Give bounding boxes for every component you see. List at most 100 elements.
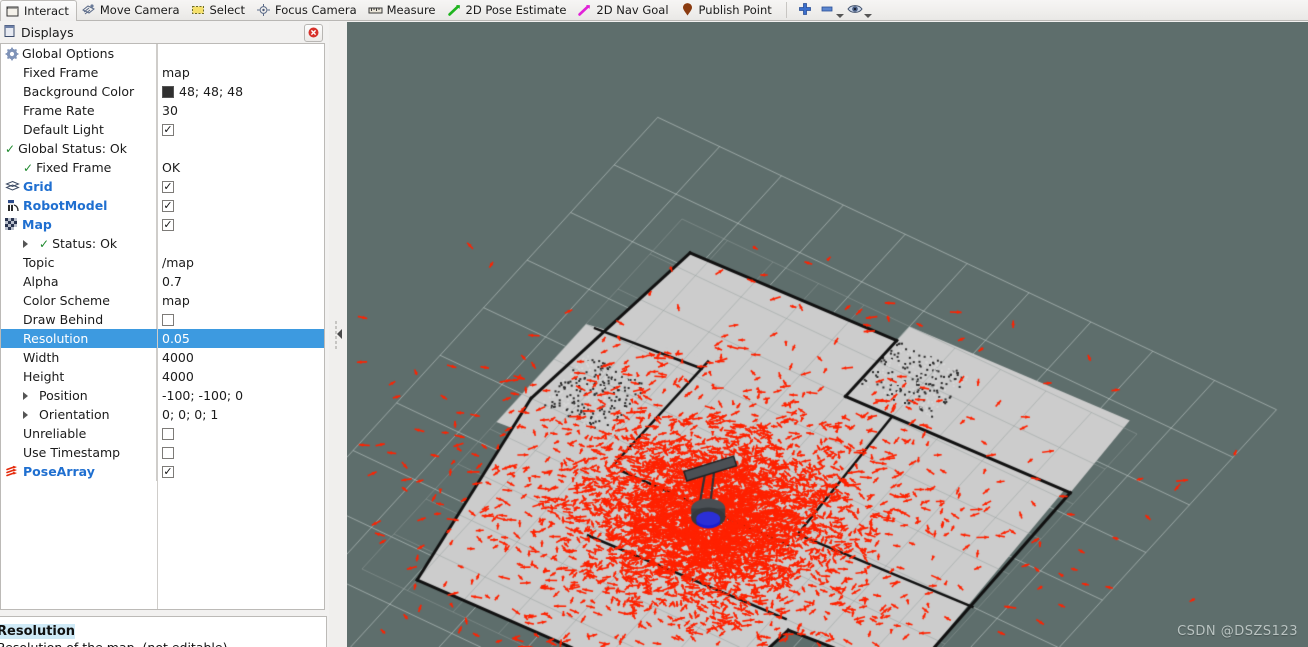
gear-icon xyxy=(5,47,19,61)
checkbox-checked[interactable]: ✓ xyxy=(162,123,174,136)
tree-row-value-cell[interactable] xyxy=(156,443,324,462)
tree-row-value-cell[interactable]: 4000 xyxy=(156,367,324,386)
chevron-right-icon[interactable] xyxy=(23,410,33,419)
tool-publish-point[interactable]: Publish Point xyxy=(676,0,779,20)
tree-row-global-status-ok[interactable]: ✓ Global Status: Ok xyxy=(1,139,324,158)
remove-tool-chevron-down-icon[interactable] xyxy=(835,14,844,18)
tree-row-value-cell[interactable] xyxy=(156,424,324,443)
tree-row-width[interactable]: Width 4000 xyxy=(1,348,324,367)
tree-row-value-cell[interactable]: ✓ xyxy=(156,462,324,481)
tree-row-value-cell[interactable]: 48; 48; 48 xyxy=(156,82,324,101)
page-title: Displays xyxy=(21,25,74,40)
tree-row-unreliable[interactable]: Unreliable xyxy=(1,424,324,443)
tree-row-label: Global Status: Ok xyxy=(18,141,128,156)
status-ok-icon: ✓ xyxy=(39,236,50,251)
tree-row-grid[interactable]: Grid ✓ xyxy=(1,177,324,196)
checkbox-checked[interactable]: ✓ xyxy=(162,199,174,212)
tree-row-draw-behind[interactable]: Draw Behind xyxy=(1,310,324,329)
checkbox-checked[interactable]: ✓ xyxy=(162,218,174,231)
tree-row-label: PoseArray xyxy=(23,464,95,479)
tree-row-map[interactable]: Map ✓ xyxy=(1,215,324,234)
tree-row-height[interactable]: Height 4000 xyxy=(1,367,324,386)
tree-row-background-color[interactable]: Background Color 48; 48; 48 xyxy=(1,82,324,101)
tree-row-frame-rate[interactable]: Frame Rate 30 xyxy=(1,101,324,120)
tool-measure[interactable]: Measure xyxy=(364,0,443,20)
tree-row-global-options[interactable]: Global Options xyxy=(1,44,324,63)
tree-row-value-cell[interactable]: ✓ xyxy=(156,215,324,234)
measure-icon xyxy=(368,3,383,17)
tree-row-value-cell[interactable]: 4000 xyxy=(156,348,324,367)
tree-row-status-ok[interactable]: ✓ Status: Ok xyxy=(1,234,324,253)
checkbox-unchecked[interactable] xyxy=(162,313,174,326)
tree-row-label: Status: Ok xyxy=(52,236,118,251)
tree-row-value-cell[interactable]: OK xyxy=(156,158,324,177)
tree-row-fixed-frame[interactable]: ✓ Fixed Frame OK xyxy=(1,158,324,177)
tree-row-value-cell[interactable]: 0; 0; 0; 1 xyxy=(156,405,324,424)
tree-row-value-cell[interactable]: /map xyxy=(156,253,324,272)
tree-row-value-cell[interactable]: 0.7 xyxy=(156,272,324,291)
close-icon xyxy=(308,26,319,41)
tool-select-label: Select xyxy=(209,3,245,17)
nav-goal-icon xyxy=(577,3,592,17)
tree-row-default-light[interactable]: Default Light ✓ xyxy=(1,120,324,139)
tree-row-alpha[interactable]: Alpha 0.7 xyxy=(1,272,324,291)
tree-row-value-cell[interactable]: 30 xyxy=(156,101,324,120)
tree-row-topic[interactable]: Topic/map xyxy=(1,253,324,272)
tree-row-value-cell[interactable]: ✓ xyxy=(156,177,324,196)
property-help-panel: Resolution Resolution of the map. (not e… xyxy=(0,616,327,647)
displays-tree[interactable]: Global Options Fixed Frame map Background C… xyxy=(0,43,325,610)
interact-icon xyxy=(5,4,20,18)
remove-tool-icon xyxy=(820,1,834,20)
tool-2d-nav-goal[interactable]: 2D Nav Goal xyxy=(573,0,675,20)
tree-row-value-cell[interactable]: -100; -100; 0 xyxy=(156,386,324,405)
rviz-window: Interact Move Camera Select Focus Camera… xyxy=(0,0,1308,647)
pose-estimate-icon xyxy=(447,3,462,17)
tool-interact[interactable]: Interact xyxy=(0,0,77,21)
scene-canvas[interactable] xyxy=(347,22,1308,647)
view-tool-button[interactable] xyxy=(844,0,866,20)
tree-row-value-cell[interactable]: ✓ xyxy=(156,120,324,139)
panel-collapse-splitter[interactable] xyxy=(329,22,347,647)
tree-row-label-cell: Draw Behind xyxy=(1,312,156,327)
tree-row-value-cell[interactable]: 0.05 xyxy=(156,329,324,348)
tree-row-label-cell: Global Options xyxy=(1,46,156,61)
tree-row-value: /map xyxy=(162,255,194,270)
tool-focus-camera[interactable]: Focus Camera xyxy=(252,0,364,20)
tree-rows: Global Options Fixed Frame map Background C… xyxy=(1,44,324,481)
add-tool-button[interactable] xyxy=(794,0,816,20)
tree-row-fixed-frame[interactable]: Fixed Frame map xyxy=(1,63,324,82)
tree-row-resolution[interactable]: Resolution 0.05 xyxy=(1,329,324,348)
color-swatch[interactable] xyxy=(162,85,174,98)
remove-tool-button[interactable] xyxy=(816,0,838,20)
tree-row-value-cell[interactable]: map xyxy=(156,291,324,310)
checkbox-unchecked[interactable] xyxy=(162,446,174,459)
tree-row-value: map xyxy=(162,65,190,80)
tree-row-label-cell: ✓ Status: Ok xyxy=(1,236,156,251)
tree-row-value: 0; 0; 0; 1 xyxy=(162,407,219,422)
chevron-left-icon[interactable] xyxy=(337,328,342,339)
tree-row-value-cell[interactable] xyxy=(156,310,324,329)
close-button[interactable] xyxy=(304,24,323,42)
chevron-right-icon[interactable] xyxy=(23,239,33,248)
tree-row-label: RobotModel xyxy=(23,198,108,213)
tree-row-color-scheme[interactable]: Color Scheme map xyxy=(1,291,324,310)
chevron-right-icon[interactable] xyxy=(23,391,33,400)
tree-row-label-cell: Alpha xyxy=(1,274,156,289)
tree-row-label-cell: Height xyxy=(1,369,156,384)
checkbox-checked[interactable]: ✓ xyxy=(162,465,174,478)
tree-row-value-cell[interactable]: ✓ xyxy=(156,196,324,215)
tree-row-robotmodel[interactable]: RobotModel ✓ xyxy=(1,196,324,215)
tree-row-position[interactable]: Position -100; -100; 0 xyxy=(1,386,324,405)
tree-row-posearray[interactable]: PoseArray ✓ xyxy=(1,462,324,481)
tree-row-value-cell[interactable]: map xyxy=(156,63,324,82)
view-tool-chevron-down-icon[interactable] xyxy=(863,14,872,18)
tree-row-use-timestamp[interactable]: Use Timestamp xyxy=(1,443,324,462)
tool-2d-pose-estimate[interactable]: 2D Pose Estimate xyxy=(443,0,574,20)
render-viewport-3d[interactable]: CSDN @DSZS123 xyxy=(347,22,1308,647)
tree-row-orientation[interactable]: Orientation 0; 0; 0; 1 xyxy=(1,405,324,424)
tree-row-label: Position xyxy=(39,388,88,403)
tool-move-camera[interactable]: Move Camera xyxy=(77,0,187,20)
checkbox-checked[interactable]: ✓ xyxy=(162,180,174,193)
checkbox-unchecked[interactable] xyxy=(162,427,174,440)
tool-select[interactable]: Select xyxy=(187,0,252,20)
